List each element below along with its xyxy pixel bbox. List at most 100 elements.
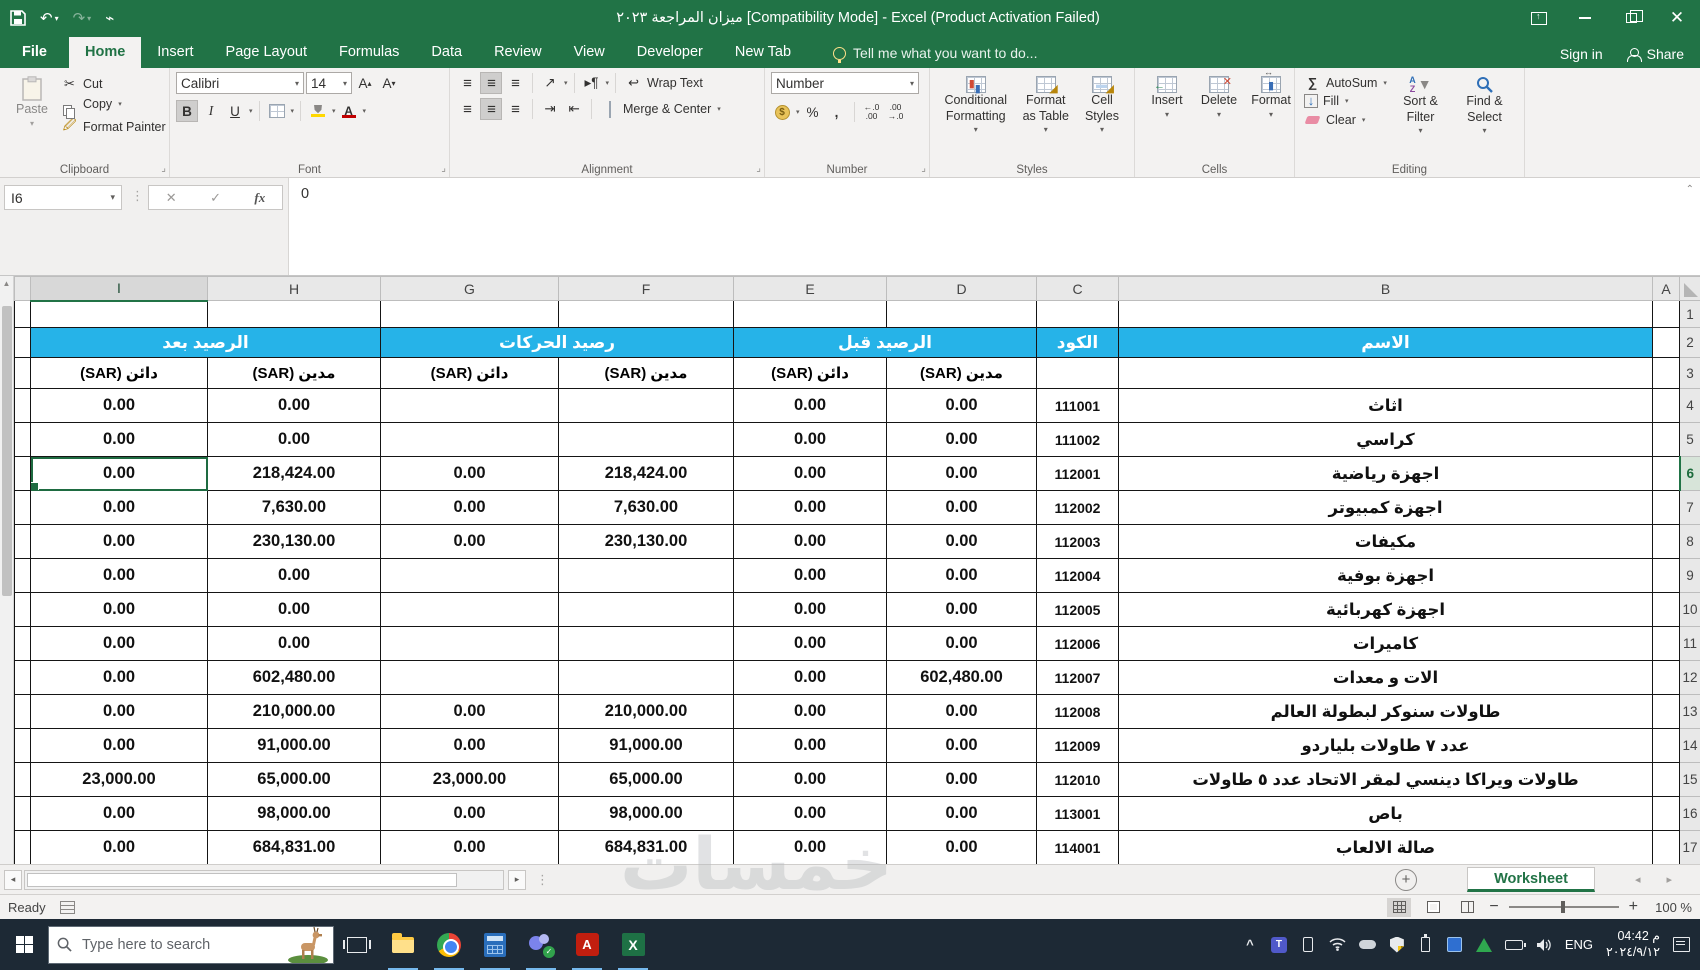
macro-record-icon[interactable] [59,900,75,914]
cell[interactable]: 0.00 [380,456,559,491]
cell[interactable]: 0.00 [733,694,887,729]
cell[interactable] [733,300,887,328]
tell-me-box[interactable]: Tell me what you want to do... [833,45,1037,68]
column-header-g[interactable]: G [380,276,559,301]
autosum-button[interactable]: ∑ AutoSum ▾ [1301,74,1390,91]
vertical-scroll-thumb[interactable] [2,306,12,596]
bottom-align-button[interactable]: ≡ [504,72,526,94]
cell[interactable] [1652,592,1680,627]
font-dialog-launcher[interactable]: ⌟ [441,163,446,174]
row-header-2[interactable]: 2 [1679,327,1700,358]
cell[interactable]: 0.00 [30,626,208,661]
cell[interactable]: 0.00 [733,592,887,627]
cell[interactable]: 0.00 [30,456,208,491]
cell[interactable] [14,694,31,729]
column-header-e[interactable]: E [733,276,887,301]
confirm-entry-button[interactable]: ✓ [210,190,221,206]
cell[interactable] [1652,422,1680,457]
tray-app-green-icon[interactable] [1475,937,1492,952]
cell[interactable] [1652,830,1680,865]
cell[interactable] [14,728,31,763]
subheader-cell[interactable]: مدين (SAR) [558,357,734,389]
tray-clock[interactable]: 04:42 م ٢٠٢٤/٩/١٢ [1606,929,1660,960]
insert-cells-button[interactable]: ← Insert ▾ [1141,72,1193,124]
cell[interactable]: 0.00 [30,660,208,695]
tab-file[interactable]: File [0,37,69,68]
sign-in-link[interactable]: Sign in [1560,46,1603,62]
cell[interactable] [558,558,734,593]
cell[interactable]: 98,000.00 [558,796,734,831]
cell[interactable]: 0.00 [733,558,887,593]
tray-language-indicator[interactable]: ENG [1565,937,1593,952]
cell[interactable]: 111002 [1036,422,1119,457]
orientation-button[interactable]: ↗ [539,72,561,94]
align-right-button[interactable]: ≡ [504,98,526,120]
cell[interactable]: 0.00 [886,694,1037,729]
cell[interactable]: 0.00 [380,524,559,559]
cell[interactable]: كاميرات [1118,626,1653,661]
cell[interactable] [14,558,31,593]
underline-button[interactable]: U [224,100,246,122]
cell[interactable]: 0.00 [207,388,381,423]
restore-button[interactable] [1608,0,1654,36]
fill-color-button[interactable]: ⛊ [307,100,329,122]
sheet-nav-next-arrow[interactable]: ▸ [1666,873,1672,886]
tab-view[interactable]: View [558,37,621,68]
cell[interactable] [14,456,31,491]
conditional-formatting-button[interactable]: ▮ ▮ Conditional Formatting ▾ [936,72,1015,139]
cell[interactable]: 113001 [1036,796,1119,831]
cell[interactable]: 0.00 [886,490,1037,525]
clipboard-dialog-launcher[interactable]: ⌟ [161,163,166,174]
cell[interactable]: 0.00 [30,388,208,423]
cell[interactable]: 7,630.00 [558,490,734,525]
tab-new-tab[interactable]: New Tab [719,37,807,68]
cell[interactable]: 0.00 [380,728,559,763]
cell[interactable] [380,660,559,695]
cell[interactable]: 0.00 [30,830,208,865]
scrollbar-resize-handle[interactable]: ⋮ [536,872,549,888]
cell-styles-button[interactable]: ▬ ◢ Cell Styles ▾ [1076,72,1128,139]
cell[interactable] [14,524,31,559]
sheet-tab-worksheet[interactable]: Worksheet [1467,867,1595,892]
cell[interactable]: 112008 [1036,694,1119,729]
align-left-button[interactable]: ≡ [456,98,478,120]
cell[interactable]: 0.00 [733,524,887,559]
cell[interactable]: 0.00 [207,626,381,661]
delete-cells-button[interactable]: ✕ Delete ▾ [1193,72,1245,124]
alignment-dialog-launcher[interactable]: ⌟ [756,163,761,174]
column-header-f[interactable]: F [558,276,734,301]
hscroll-right-arrow[interactable]: ▸ [508,869,526,890]
undo-button[interactable]: ↶ ▾ [40,9,59,27]
zoom-level-label[interactable]: 100 % [1648,900,1692,915]
cell[interactable]: 23,000.00 [380,762,559,797]
cell[interactable]: 0.00 [886,456,1037,491]
row-header-10[interactable]: 10 [1679,592,1700,627]
cell[interactable]: 91,000.00 [207,728,381,763]
cell[interactable] [558,388,734,423]
select-all-corner[interactable] [1679,276,1700,301]
cell[interactable]: 210,000.00 [558,694,734,729]
ribbon-display-options-button[interactable] [1516,0,1562,36]
cell[interactable]: اجهزة رياضية [1118,456,1653,491]
row-header-5[interactable]: 5 [1679,422,1700,457]
subheader-cell[interactable]: دائن (SAR) [733,357,887,389]
cell[interactable]: 230,130.00 [207,524,381,559]
cell[interactable] [1652,694,1680,729]
cell[interactable]: طاولات ويراكا دينسي لمقر الاتحاد عدد ٥ ط… [1118,762,1653,797]
cell[interactable] [14,626,31,661]
zoom-slider-thumb[interactable] [1560,901,1565,913]
find-select-button[interactable]: Find & Select ▾ [1451,72,1518,140]
cell[interactable]: 602,480.00 [207,660,381,695]
borders-button[interactable] [266,100,288,122]
number-format-combo[interactable]: Number ▾ [771,72,919,94]
cell[interactable] [1118,300,1653,328]
cell[interactable] [207,300,381,328]
share-button[interactable]: Share [1626,46,1684,62]
cell[interactable] [380,592,559,627]
cell[interactable]: 0.00 [207,558,381,593]
tab-page-layout[interactable]: Page Layout [210,37,323,68]
cell[interactable]: باص [1118,796,1653,831]
cell[interactable]: 0.00 [886,762,1037,797]
cell[interactable]: 0.00 [207,422,381,457]
wrap-text-button[interactable]: ↩ Wrap Text [622,74,706,92]
